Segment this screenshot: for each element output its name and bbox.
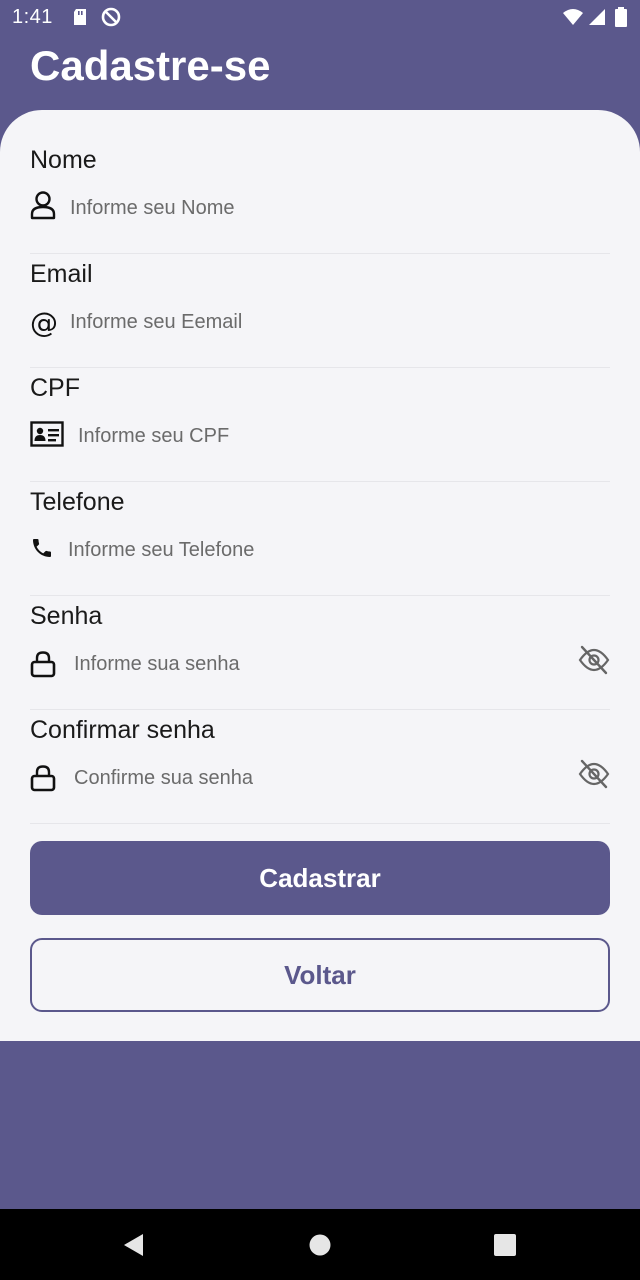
battery-icon: [615, 7, 627, 27]
home-nav-icon[interactable]: [307, 1232, 333, 1258]
signal-icon: [589, 9, 605, 25]
password-field: Senha Informe sua senha: [30, 566, 610, 710]
cpf-field: CPF Informe seu CPF: [30, 338, 610, 482]
email-label: Email: [30, 260, 93, 288]
name-input[interactable]: Informe seu Nome: [70, 197, 235, 220]
navigation-bar: [0, 1209, 640, 1280]
phone-field: Telefone Informe seu Telefone: [30, 452, 610, 596]
eye-off-icon[interactable]: [578, 644, 610, 676]
wifi-icon: [563, 9, 583, 25]
user-icon: [30, 191, 56, 220]
email-input[interactable]: Informe seu Eemail: [70, 311, 242, 334]
back-nav-icon[interactable]: [121, 1232, 147, 1258]
confirm-password-field: Confirmar senha Confirme sua senha: [30, 680, 610, 824]
phone-icon: [33, 539, 51, 557]
recents-nav-icon[interactable]: [492, 1232, 518, 1258]
do-not-disturb-icon: [101, 7, 121, 27]
at-icon: @: [30, 305, 58, 339]
sd-card-icon: [74, 9, 86, 25]
status-time: 1:41: [12, 6, 53, 28]
phone-label: Telefone: [30, 488, 125, 516]
lock-icon: [30, 765, 56, 792]
name-field: Nome Informe seu Nome: [30, 110, 610, 254]
cpf-label: CPF: [30, 374, 80, 402]
page-title: Cadastre-se: [30, 42, 271, 89]
status-bar: 1:41: [0, 0, 640, 36]
confirm-password-input[interactable]: Confirme sua senha: [74, 767, 253, 790]
cpf-input[interactable]: Informe seu CPF: [78, 425, 229, 448]
name-label: Nome: [30, 146, 97, 174]
divider: [30, 823, 610, 824]
back-button[interactable]: Voltar: [30, 938, 610, 1012]
phone-input[interactable]: Informe seu Telefone: [68, 539, 254, 562]
password-label: Senha: [30, 602, 103, 630]
password-input[interactable]: Informe sua senha: [74, 653, 240, 676]
email-field: Email @ Informe seu Eemail: [30, 224, 610, 368]
register-button[interactable]: Cadastrar: [30, 841, 610, 915]
lock-icon: [30, 651, 56, 678]
confirm-password-label: Confirmar senha: [30, 716, 215, 744]
eye-off-icon[interactable]: [578, 758, 610, 790]
id-card-icon: [30, 421, 64, 447]
